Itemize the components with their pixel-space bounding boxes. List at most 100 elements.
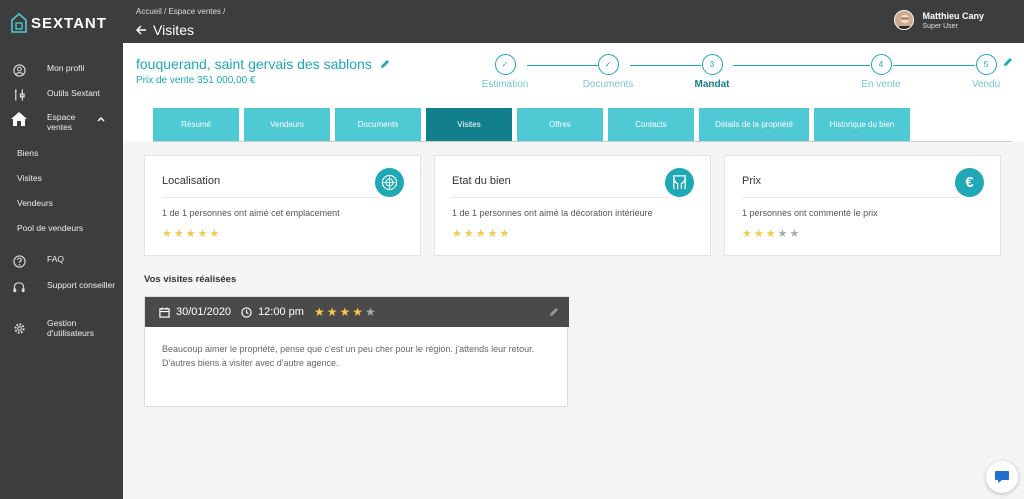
star-icon: ★ [313, 304, 325, 319]
property-price: Prix de vente 351 000,00 € [136, 75, 256, 86]
sidebar-subitem-visites[interactable]: Visites [17, 173, 42, 183]
sidebar-subitem-biens[interactable]: Biens [17, 148, 38, 158]
star-icon: ★ [339, 304, 351, 319]
star-icon: ★ [365, 304, 376, 319]
clock-icon [241, 306, 252, 318]
user-menu[interactable]: Matthieu Cany Super User [894, 10, 984, 30]
sidebar-item-label: Outils Sextant [47, 88, 100, 98]
card-divider [162, 197, 379, 198]
house-logo-icon [11, 13, 27, 33]
step-number: 3 [701, 54, 723, 75]
step-connector [733, 65, 870, 66]
calendar-icon [159, 306, 170, 318]
star-icon: ★ [463, 228, 474, 240]
chat-bubble-icon [994, 470, 1010, 485]
top-header: Accueil / Espace ventes / Visites Matthi… [123, 0, 1024, 43]
avatar [894, 10, 915, 30]
tab-bar: Résumé Vendeurs Documents Visites Offres… [153, 108, 910, 141]
chevron-up-icon[interactable] [97, 114, 105, 124]
section-title: Vos visites réalisées [144, 274, 237, 285]
step-documents[interactable]: ✓ Documents [578, 54, 638, 90]
star-icon: ★ [352, 304, 363, 319]
question-icon [12, 254, 26, 268]
tab-historique-bien[interactable]: Historique du bien [814, 108, 910, 141]
card-text: 1 personnes ont commenté le prix [742, 208, 878, 218]
tools-icon [12, 88, 26, 102]
step-label: Estimation [481, 79, 529, 90]
card-title: Etat du bien [452, 175, 511, 187]
star-icon: ★ [162, 228, 172, 240]
visit-header: 30/01/2020 12:00 pm ★ ★ ★ ★ ★ [145, 297, 569, 327]
tab-vendeurs[interactable]: Vendeurs [244, 108, 330, 141]
user-circle-icon [12, 63, 26, 77]
visit-card: 30/01/2020 12:00 pm ★ ★ ★ ★ ★ Beaucoup a… [144, 296, 569, 407]
card-localisation: Localisation 1 de 1 personnes ont aimé c… [144, 155, 421, 256]
step-en-vente[interactable]: 4 En vente [851, 54, 911, 90]
star-icon: ★ [452, 228, 462, 240]
check-icon: ✓ [494, 54, 516, 75]
sidebar-item-label: Espace ventes [47, 112, 76, 132]
step-number: 4 [870, 54, 892, 75]
tab-visites[interactable]: Visites [426, 108, 512, 141]
star-icon: ★ [777, 228, 788, 240]
logo[interactable]: SEXTANT [11, 13, 107, 33]
star-icon: ★ [209, 228, 220, 240]
property-title-text: fouquerand, saint gervais des sablons [136, 56, 372, 72]
breadcrumb[interactable]: Accueil / Espace ventes / [136, 7, 225, 16]
home-icon [10, 112, 28, 126]
step-label: Mandat [694, 79, 730, 90]
star-icon: ★ [197, 228, 208, 240]
card-text: 1 de 1 personnes ont aimé cet emplacemen… [162, 208, 340, 218]
star-icon: ★ [173, 228, 184, 240]
star-icon: ★ [499, 228, 510, 240]
tab-contacts[interactable]: Contacts [608, 108, 694, 141]
headset-icon [12, 280, 26, 294]
property-header: fouquerand, saint gervais des sablons Pr… [123, 43, 1024, 141]
back-arrow-icon[interactable] [135, 22, 147, 38]
check-icon: ✓ [597, 54, 619, 75]
tab-details-propriete[interactable]: Détails de la propriété [699, 108, 809, 141]
step-label: Documents [582, 79, 634, 90]
star-rating: ★ ★ ★ ★ ★ [313, 304, 376, 319]
page-title: Visites [135, 22, 194, 38]
star-icon: ★ [185, 228, 196, 240]
star-rating: ★ ★ ★ ★ ★ [742, 229, 799, 240]
user-role: Super User [922, 22, 958, 30]
step-label: Vendu [971, 79, 1001, 90]
edit-pencil-icon[interactable] [1003, 54, 1013, 72]
edit-pencil-icon[interactable] [549, 307, 559, 320]
page-title-text: Visites [153, 22, 194, 38]
euro-icon: € [955, 168, 984, 197]
star-icon: ★ [765, 228, 776, 240]
edit-pencil-icon[interactable] [380, 56, 390, 72]
tab-documents[interactable]: Documents [335, 108, 421, 141]
tab-resume[interactable]: Résumé [153, 108, 239, 141]
star-icon: ★ [789, 228, 800, 240]
curtains-icon [665, 168, 694, 197]
step-mandat[interactable]: 3 Mandat [682, 54, 742, 90]
star-rating: ★ ★ ★ ★ ★ [452, 229, 509, 240]
property-title: fouquerand, saint gervais des sablons [136, 56, 390, 72]
visit-comment: Beaucoup aimer le propriété, pense que c… [162, 344, 535, 368]
card-divider [452, 197, 669, 198]
logo-text: SEXTANT [31, 14, 107, 32]
sidebar-item-label: FAQ [47, 254, 65, 264]
step-label: En vente [861, 79, 901, 90]
sidebar-subitem-vendeurs[interactable]: Vendeurs [17, 198, 53, 208]
star-icon: ★ [742, 228, 752, 240]
tab-offres[interactable]: Offres [517, 108, 603, 141]
card-divider [742, 197, 959, 198]
chat-button[interactable] [986, 461, 1018, 493]
sidebar: SEXTANT Mon profil Outils Sextant Espace… [0, 0, 123, 499]
sidebar-item-label: Support conseiller [47, 280, 116, 290]
visit-date: 30/01/2020 [176, 306, 232, 318]
user-name: Matthieu Cany [922, 10, 984, 21]
sidebar-item-label: Gestion d'utilisateurs [47, 318, 94, 338]
step-estimation[interactable]: ✓ Estimation [475, 54, 535, 90]
card-text: 1 de 1 personnes ont aimé la décoration … [452, 208, 653, 218]
card-title: Prix [742, 175, 761, 187]
sidebar-subitem-pool-de-vendeurs[interactable]: Pool de vendeurs [17, 223, 83, 233]
tabs-divider [153, 141, 1012, 142]
gear-icon [12, 321, 26, 335]
card-prix: Prix € 1 personnes ont commenté le prix … [724, 155, 1001, 256]
